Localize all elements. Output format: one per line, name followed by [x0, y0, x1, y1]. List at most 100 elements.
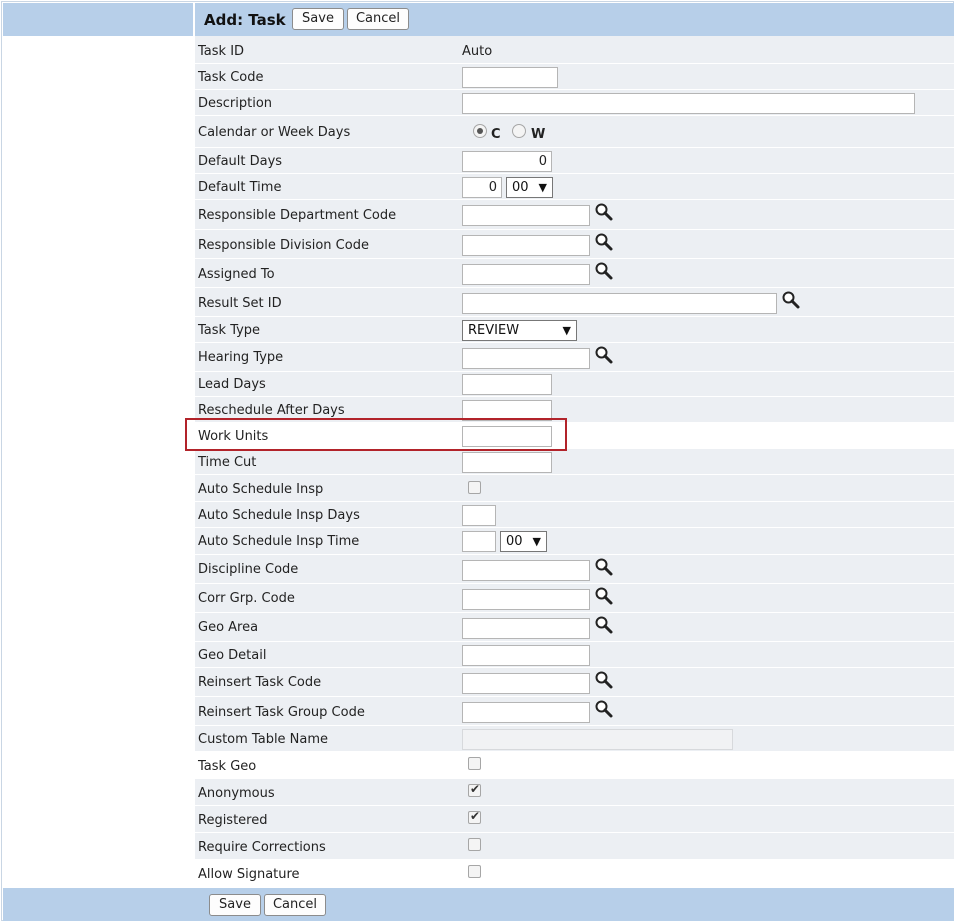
reinsert-group-label: Reinsert Task Group Code — [198, 705, 365, 720]
geo-area-label: Geo Area — [198, 620, 259, 635]
resp-div-input[interactable] — [462, 235, 590, 256]
allow-sig-label: Allow Signature — [198, 867, 300, 882]
lead-days-input[interactable] — [462, 374, 552, 395]
search-icon[interactable] — [594, 615, 614, 635]
work-units-input[interactable] — [462, 426, 552, 447]
save-button-bottom[interactable]: Save — [209, 894, 261, 916]
row-reinsert-task: Reinsert Task Code — [195, 668, 954, 697]
default-time-hours-input[interactable] — [462, 177, 502, 198]
header-bar: Add: Task Save Cancel — [3, 3, 954, 36]
dropdown-arrow-icon: ▼ — [538, 181, 547, 194]
result-set-input[interactable] — [462, 293, 777, 314]
footer-bar: Save Cancel — [3, 888, 954, 921]
save-button-top[interactable]: Save — [292, 8, 344, 30]
row-registered: Registered ✔ — [195, 806, 954, 833]
task-geo-label: Task Geo — [198, 759, 257, 774]
anonymous-label: Anonymous — [198, 786, 275, 801]
hearing-type-input[interactable] — [462, 348, 590, 369]
task-type-label: Task Type — [198, 323, 261, 338]
auto-sched-days-input[interactable] — [462, 505, 496, 526]
search-icon[interactable] — [594, 261, 614, 281]
cancel-button-top[interactable]: Cancel — [347, 8, 409, 30]
radio-calendar-c[interactable] — [473, 124, 487, 138]
row-lead-days: Lead Days — [195, 372, 954, 397]
description-input[interactable] — [462, 93, 915, 114]
default-time-minutes-value: 00 — [512, 180, 529, 195]
auto-sched-checkbox[interactable] — [468, 481, 481, 494]
reinsert-group-input[interactable] — [462, 702, 590, 723]
reinsert-task-label: Reinsert Task Code — [198, 675, 322, 690]
page-title: Add: Task — [204, 11, 286, 29]
hearing-type-label: Hearing Type — [198, 350, 284, 365]
row-resp-dept: Responsible Department Code — [195, 200, 954, 230]
require-corr-checkbox[interactable] — [468, 838, 481, 851]
default-days-label: Default Days — [198, 154, 283, 169]
row-task-id: Task ID Auto — [195, 36, 954, 64]
time-cut-input[interactable] — [462, 452, 552, 473]
resp-dept-input[interactable] — [462, 205, 590, 226]
resp-div-label: Responsible Division Code — [198, 238, 369, 253]
radio-w-label: W — [531, 127, 546, 142]
task-geo-checkbox[interactable] — [468, 757, 481, 770]
row-task-geo: Task Geo — [195, 752, 954, 779]
row-work-units: Work Units — [195, 423, 954, 449]
custom-table-input — [462, 729, 733, 750]
search-icon[interactable] — [594, 345, 614, 365]
default-days-input[interactable] — [462, 151, 552, 172]
reschedule-input[interactable] — [462, 400, 552, 421]
geo-detail-input[interactable] — [462, 645, 590, 666]
row-reschedule: Reschedule After Days — [195, 397, 954, 423]
assigned-to-label: Assigned To — [198, 267, 275, 282]
default-time-label: Default Time — [198, 180, 282, 195]
cancel-button-bottom[interactable]: Cancel — [264, 894, 326, 916]
dropdown-arrow-icon: ▼ — [562, 324, 571, 337]
search-icon[interactable] — [594, 202, 614, 222]
search-icon[interactable] — [781, 290, 801, 310]
registered-checkbox[interactable]: ✔ — [468, 809, 481, 824]
custom-table-label: Custom Table Name — [198, 732, 329, 747]
assigned-to-input[interactable] — [462, 264, 590, 285]
row-task-type: Task Type REVIEW ▼ — [195, 317, 954, 343]
result-set-label: Result Set ID — [198, 296, 282, 311]
dropdown-arrow-icon: ▼ — [532, 535, 541, 548]
task-code-input[interactable] — [462, 67, 558, 88]
row-geo-detail: Geo Detail — [195, 642, 954, 668]
task-type-value: REVIEW — [468, 323, 520, 338]
search-icon[interactable] — [594, 232, 614, 252]
row-require-corr: Require Corrections — [195, 833, 954, 860]
search-icon[interactable] — [594, 557, 614, 577]
row-default-time: Default Time 00 ▼ — [195, 174, 954, 200]
lead-days-label: Lead Days — [198, 377, 266, 392]
row-task-code: Task Code — [195, 64, 954, 90]
auto-sched-time-minutes-value: 00 — [506, 534, 523, 549]
search-icon[interactable] — [594, 670, 614, 690]
search-icon[interactable] — [594, 699, 614, 719]
allow-sig-checkbox[interactable] — [468, 865, 481, 878]
row-custom-table: Custom Table Name — [195, 726, 954, 752]
row-reinsert-group: Reinsert Task Group Code — [195, 697, 954, 726]
task-type-select[interactable]: REVIEW ▼ — [462, 320, 577, 341]
row-geo-area: Geo Area — [195, 613, 954, 642]
description-label: Description — [198, 96, 273, 111]
auto-sched-label: Auto Schedule Insp — [198, 482, 324, 497]
reschedule-label: Reschedule After Days — [198, 403, 345, 418]
default-time-minutes-select[interactable]: 00 ▼ — [506, 177, 553, 198]
geo-detail-label: Geo Detail — [198, 648, 267, 663]
search-icon[interactable] — [594, 586, 614, 606]
reinsert-task-input[interactable] — [462, 673, 590, 694]
row-result-set: Result Set ID — [195, 288, 954, 317]
radio-calendar-w[interactable] — [512, 124, 526, 138]
row-calendar-days: Calendar or Week Days C W — [195, 116, 954, 148]
auto-sched-time-hours-input[interactable] — [462, 531, 496, 552]
auto-sched-time-minutes-select[interactable]: 00 ▼ — [500, 531, 547, 552]
geo-area-input[interactable] — [462, 618, 590, 639]
row-time-cut: Time Cut — [195, 449, 954, 475]
corr-grp-input[interactable] — [462, 589, 590, 610]
time-cut-label: Time Cut — [198, 455, 257, 470]
check-icon: ✔ — [470, 809, 481, 823]
corr-grp-label: Corr Grp. Code — [198, 591, 295, 606]
anonymous-checkbox[interactable]: ✔ — [468, 782, 481, 797]
task-id-value: Auto — [462, 44, 493, 59]
discipline-input[interactable] — [462, 560, 590, 581]
row-auto-sched: Auto Schedule Insp — [195, 475, 954, 502]
